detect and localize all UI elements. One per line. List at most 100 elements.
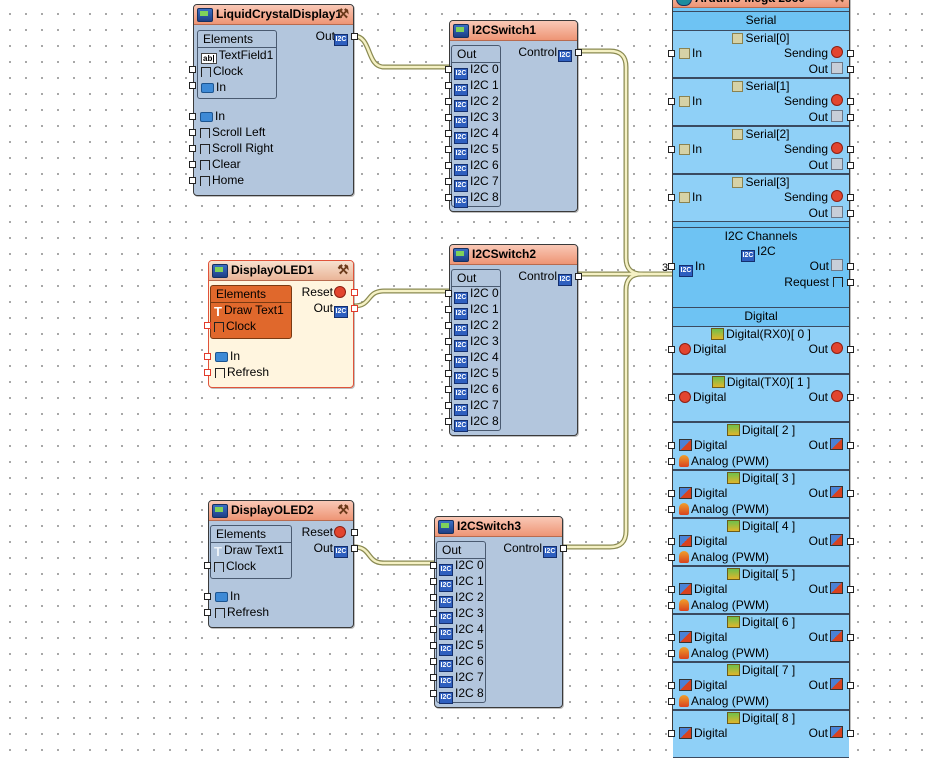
oled1-out-connector[interactable] (351, 305, 358, 312)
digital-channel-1[interactable]: Digital(TX0)[ 1 ] Digital Out (668, 374, 854, 422)
digital-in-pin[interactable]: Digital (679, 582, 727, 596)
lcd-element-clock-connector[interactable] (189, 66, 196, 73)
digital-in-connector[interactable] (668, 730, 675, 737)
analog-pwm-pin[interactable]: Analog (PWM) (679, 646, 769, 660)
serial-channel-1[interactable]: Serial[1] In Sending Out (668, 78, 854, 126)
digital-channel-4[interactable]: Digital[ 4 ] Digital Out Analog (PWM) (668, 518, 854, 566)
switch2-channel-0[interactable]: I2C I2C 0 (454, 286, 499, 304)
lcd-pin-home[interactable]: Home (200, 173, 244, 187)
oled1-in-connector[interactable] (204, 353, 211, 360)
digital-channel-7[interactable]: Digital[ 7 ] Digital Out Analog (PWM) (668, 662, 854, 710)
switch1-channel-2[interactable]: I2C I2C 2 (454, 94, 499, 112)
oled2-element-clock-pin[interactable]: Clock (214, 559, 256, 573)
switch2-channel-connector-0[interactable] (445, 290, 452, 297)
oled2-elements-panel[interactable]: Elements T Draw Text1 Clock (210, 525, 292, 579)
switch1-channel-connector-1[interactable] (445, 82, 452, 89)
oled1-elements-panel[interactable]: Elements T Draw Text1 Clock (210, 285, 292, 339)
digital-out-pin[interactable] (830, 437, 845, 451)
analog-pwm-connector[interactable] (668, 650, 675, 657)
digital-in-connector[interactable] (668, 586, 675, 593)
digital-out-pin[interactable] (831, 341, 845, 355)
display-oled2-component[interactable]: DisplayOLED2 ⚒ Reset Out I2C Elements TD… (204, 500, 358, 628)
switch1-channel-0[interactable]: I2C I2C 0 (454, 62, 499, 80)
lcd-in-connector[interactable] (189, 113, 196, 120)
serial-out-pin[interactable] (831, 205, 845, 219)
oled1-refresh-connector[interactable] (204, 369, 211, 376)
digital-out-pin[interactable] (830, 581, 845, 595)
switch1-channel-5[interactable]: I2C I2C 5 (454, 142, 499, 160)
digital-in-pin[interactable]: Digital (679, 342, 726, 356)
oled1-element-draw-text[interactable]: T Draw Text1 (214, 303, 284, 319)
switch3-channel-connector-4[interactable] (430, 626, 437, 633)
lcd-pin-scroll-right[interactable]: Scroll Right (200, 141, 273, 155)
switch2-channel-7[interactable]: I2C I2C 7 (454, 398, 499, 416)
switch1-channel-8[interactable]: I2C I2C 8 (454, 190, 499, 208)
digital-in-pin[interactable]: Digital (679, 678, 727, 692)
serial-out-connector[interactable] (847, 162, 854, 169)
i2c-out-connector[interactable] (847, 263, 854, 270)
lcd-scroll-right-connector[interactable] (189, 145, 196, 152)
switch2-channel-connector-7[interactable] (445, 402, 452, 409)
oled2-reset-connector[interactable] (351, 529, 358, 536)
digital-out-pin[interactable] (831, 389, 845, 403)
oled1-pin-in[interactable]: In (215, 349, 240, 363)
digital-out-connector[interactable] (847, 634, 854, 641)
switch1-channel-connector-7[interactable] (445, 178, 452, 185)
serial-out-connector[interactable] (847, 114, 854, 121)
switch2-channel-connector-6[interactable] (445, 386, 452, 393)
analog-pwm-pin[interactable]: Analog (PWM) (679, 454, 769, 468)
tools-icon[interactable]: ⚒ (337, 263, 349, 277)
digital-out-connector[interactable] (847, 730, 854, 737)
i2c-switch1-component[interactable]: I2CSwitch1 Control I2C Out I2C I2C 0 I2C I2… (445, 20, 582, 212)
switch3-channel-connector-1[interactable] (430, 578, 437, 585)
oled2-pin-in[interactable]: In (215, 589, 240, 603)
serial-in-pin[interactable]: In (679, 142, 702, 156)
display-oled1-component[interactable]: DisplayOLED1 ⚒ Reset Out I2C Elements TD… (204, 260, 358, 388)
digital-out-pin[interactable] (830, 485, 845, 499)
serial-sending-pin[interactable] (831, 93, 845, 107)
lcd-out-connector[interactable] (351, 33, 358, 40)
digital-in-connector[interactable] (668, 538, 675, 545)
switch1-control-connector[interactable] (575, 49, 582, 56)
switch3-channel-connector-7[interactable] (430, 674, 437, 681)
digital-in-pin[interactable]: Digital (679, 486, 727, 500)
switch3-channel-0[interactable]: I2C I2C 0 (439, 558, 484, 576)
oled2-pin-refresh[interactable]: Refresh (215, 605, 269, 619)
digital-channel-8[interactable]: Digital[ 8 ] Digital Out (668, 710, 854, 758)
switch1-channel-connector-8[interactable] (445, 194, 452, 201)
serial-sending-connector[interactable] (847, 98, 854, 105)
switch2-channel-connector-2[interactable] (445, 322, 452, 329)
analog-pwm-connector[interactable] (668, 602, 675, 609)
digital-out-connector[interactable] (847, 682, 854, 689)
analog-pwm-connector[interactable] (668, 458, 675, 465)
switch2-channel-connector-5[interactable] (445, 370, 452, 377)
analog-pwm-connector[interactable] (668, 554, 675, 561)
serial-channel-0[interactable]: Serial[0] In Sending Out (668, 30, 854, 78)
oled1-element-clock-pin[interactable]: Clock (214, 319, 256, 333)
digital-in-pin[interactable]: Digital (679, 534, 727, 548)
serial-in-pin[interactable]: In (679, 46, 702, 60)
switch1-channel-6[interactable]: I2C I2C 6 (454, 158, 499, 176)
digital-in-connector[interactable] (668, 394, 675, 401)
switch3-channel-3[interactable]: I2C I2C 3 (439, 606, 484, 624)
lcd-home-connector[interactable] (189, 177, 196, 184)
switch2-control-connector[interactable] (575, 273, 582, 280)
oled1-element-clock-connector[interactable] (204, 322, 211, 329)
lcd-scroll-left-connector[interactable] (189, 129, 196, 136)
switch3-channel-connector-2[interactable] (430, 594, 437, 601)
digital-in-pin[interactable]: Digital (679, 726, 727, 740)
oled2-element-clock-connector[interactable] (204, 562, 211, 569)
switch2-channel-5[interactable]: I2C I2C 5 (454, 366, 499, 384)
i2c-out-pin[interactable] (831, 258, 845, 272)
switch1-channel-4[interactable]: I2C I2C 4 (454, 126, 499, 144)
digital-out-connector[interactable] (847, 394, 854, 401)
serial-sending-pin[interactable] (831, 141, 845, 155)
switch3-channel-connector-8[interactable] (430, 690, 437, 697)
digital-in-pin[interactable]: Digital (679, 390, 726, 404)
switch3-channel-7[interactable]: I2C I2C 7 (439, 670, 484, 688)
digital-channel-6[interactable]: Digital[ 6 ] Digital Out Analog (PWM) (668, 614, 854, 662)
digital-out-pin[interactable] (830, 725, 845, 739)
switch3-channel-5[interactable]: I2C I2C 5 (439, 638, 484, 656)
serial-out-pin[interactable] (831, 109, 845, 123)
digital-out-pin[interactable] (830, 629, 845, 643)
